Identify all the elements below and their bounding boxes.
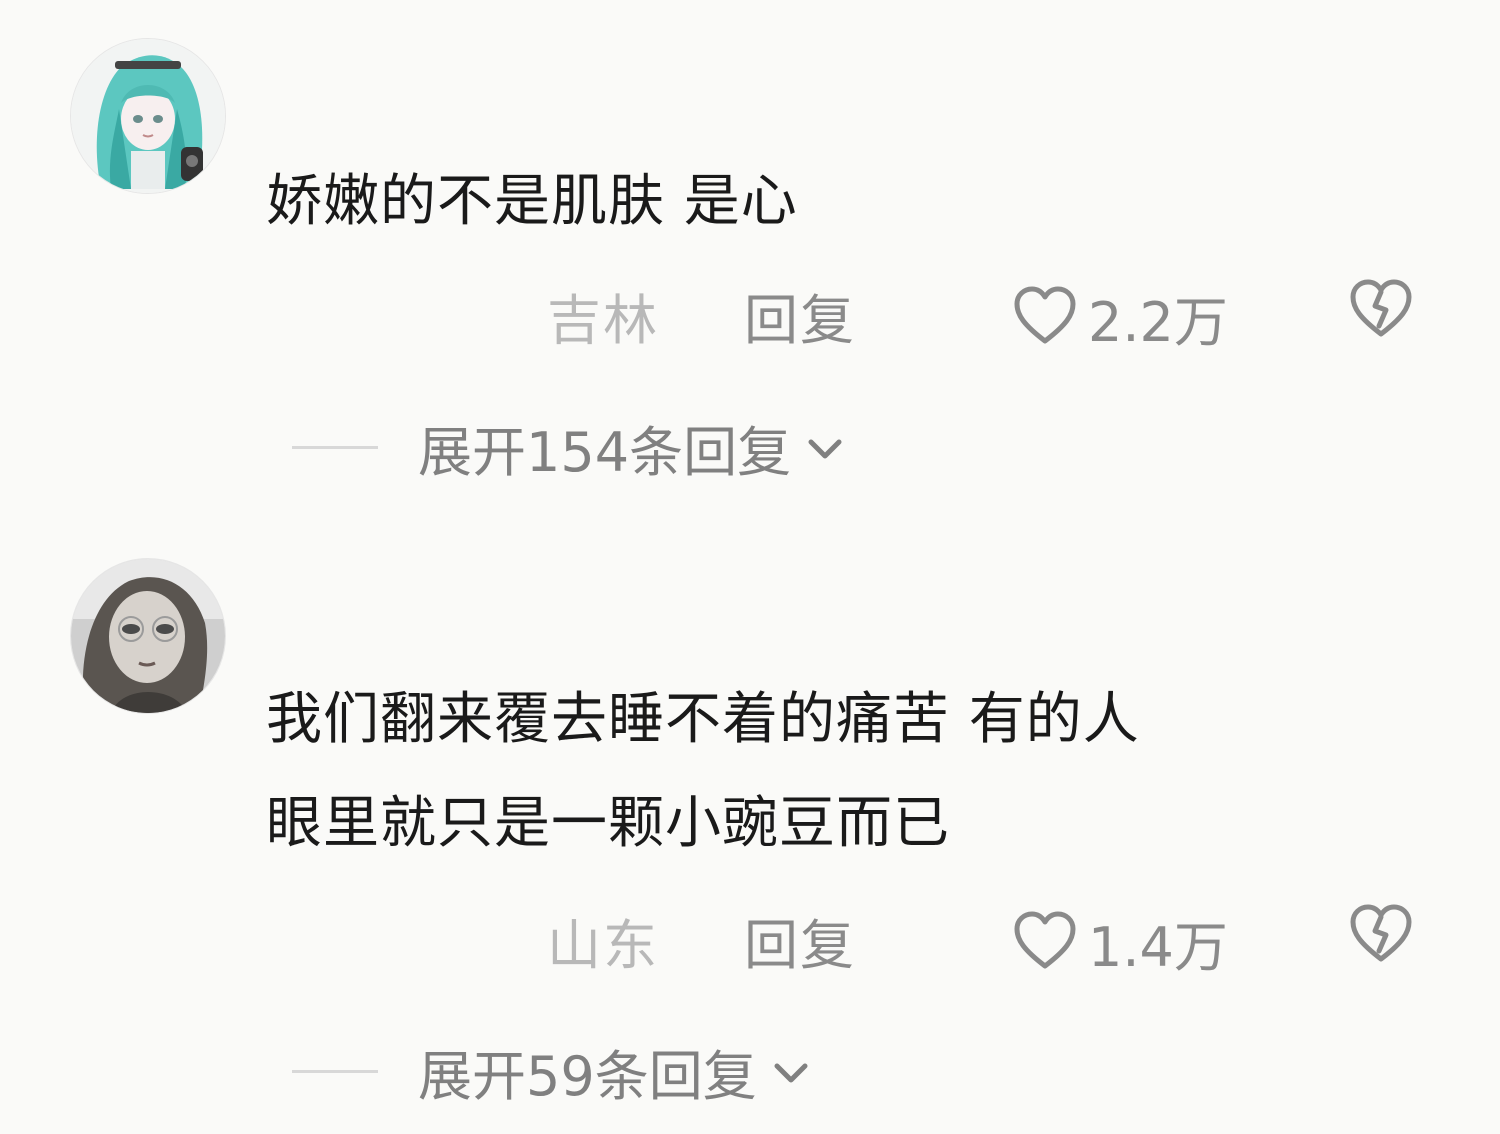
like-count: 1.4万 bbox=[1088, 916, 1228, 979]
location-label: 山东 bbox=[547, 914, 659, 977]
heart-outline-icon bbox=[1012, 910, 1078, 976]
broken-heart-icon[interactable] bbox=[1348, 278, 1414, 344]
expand-replies-button[interactable]: 展开59条回复 bbox=[292, 1032, 811, 1111]
comment-actions: 山东 回复 1.4万 bbox=[0, 897, 1500, 980]
expand-replies-label: 展开154条回复 bbox=[418, 421, 792, 484]
expand-replies-button[interactable]: 展开154条回复 bbox=[292, 408, 845, 487]
reply-button[interactable]: 回复 bbox=[744, 901, 856, 980]
chevron-down-icon bbox=[771, 1058, 811, 1092]
location-label: 吉林 bbox=[547, 289, 659, 352]
comment-text: 娇嫩的不是肌肤 是心 bbox=[266, 150, 1446, 254]
like-button[interactable]: 2.2万 bbox=[1012, 278, 1228, 357]
like-button[interactable]: 1.4万 bbox=[1012, 903, 1228, 982]
comment-text-line: 眼里就只是一颗小豌豆而已 bbox=[266, 791, 950, 856]
comment-text: 我们翻来覆去睡不着的痛苦 有的人 眼里就只是一颗小豌豆而已 bbox=[266, 668, 1446, 876]
reply-button[interactable]: 回复 bbox=[744, 276, 856, 355]
divider-line bbox=[292, 1070, 378, 1073]
heart-outline-icon bbox=[1012, 285, 1078, 351]
expand-replies-label: 展开59条回复 bbox=[418, 1045, 757, 1108]
comment-text-line: 我们翻来覆去睡不着的痛苦 有的人 bbox=[266, 687, 1140, 752]
divider-line bbox=[292, 446, 378, 449]
chevron-down-icon bbox=[805, 434, 845, 468]
avatar[interactable] bbox=[70, 38, 226, 194]
like-count: 2.2万 bbox=[1088, 291, 1228, 354]
avatar[interactable] bbox=[70, 558, 226, 714]
comment-text-line: 娇嫩的不是肌肤 是心 bbox=[266, 169, 798, 234]
comment-list: 娇嫩的不是肌肤 是心 吉林 回复 2.2万 展开154条回复 我们翻来覆去睡不着… bbox=[0, 0, 1500, 1134]
broken-heart-icon[interactable] bbox=[1348, 903, 1414, 969]
comment-actions: 吉林 回复 2.2万 bbox=[0, 272, 1500, 355]
